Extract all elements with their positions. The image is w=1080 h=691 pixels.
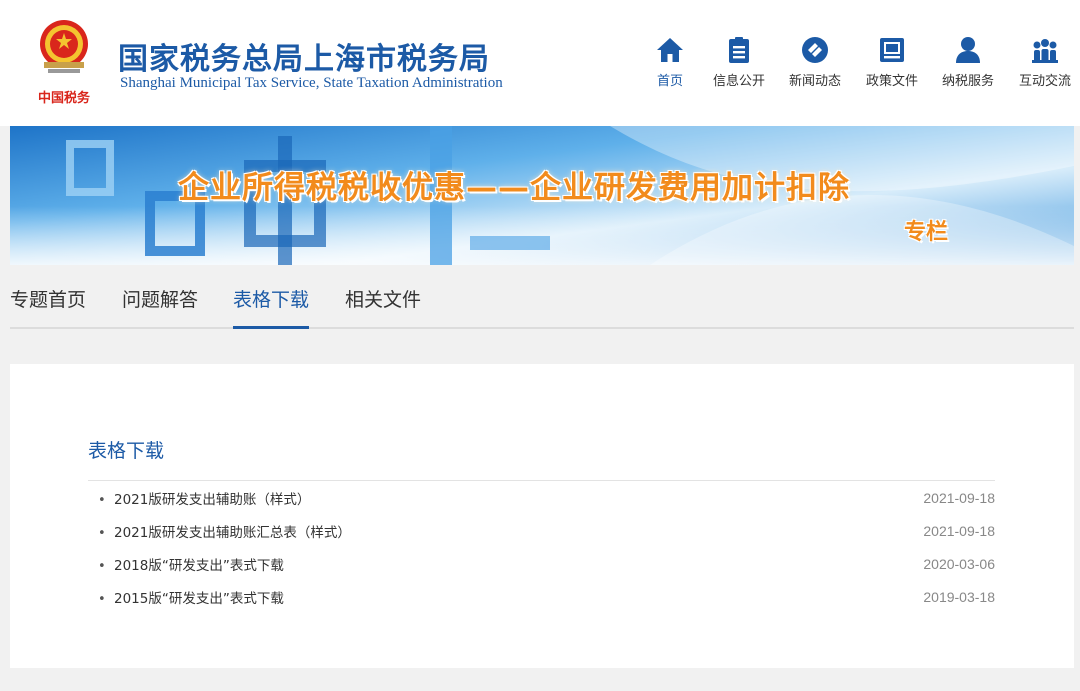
list-item: • 2015版“研发支出”表式下载 2019-03-18 [88,587,995,620]
file-link[interactable]: 2021版研发支出辅助账汇总表（样式） [114,523,351,543]
nav-item-policy-files[interactable]: 政策文件 [856,32,928,92]
file-link[interactable]: 2021版研发支出辅助账（样式） [114,490,310,510]
nav-item-tax-service[interactable]: 纳税服务 [932,32,1004,92]
main-nav: 首页 信息公开 新闻动态 政策文件 纳税服务 互动交流 [640,32,1080,102]
list-item: • 2021版研发支出辅助账（样式） 2021-09-18 [88,488,995,521]
file-link[interactable]: 2015版“研发支出”表式下载 [114,589,284,609]
site-title-chinese: 国家税务总局上海市税务局 [118,42,490,77]
file-link[interactable]: 2018版“研发支出”表式下载 [114,556,284,576]
policy-file-icon [880,38,904,62]
nav-label: 信息公开 [712,74,765,89]
bullet-icon: • [98,559,106,574]
bullet-icon: • [98,592,106,607]
tab-topic-home[interactable]: 专题首页 [10,285,86,327]
content-panel: 表格下载 • 2021版研发支出辅助账（样式） 2021-09-18 • 202… [10,364,1074,668]
topic-banner: 企业所得税税收优惠——企业研发费用加计扣除 专栏 [10,126,1074,265]
home-icon [657,38,683,62]
user-service-icon [956,37,980,63]
file-date: 2021-09-18 [923,523,995,539]
nav-label: 政策文件 [865,74,918,89]
nav-item-home[interactable]: 首页 [634,32,706,92]
tab-form-download[interactable]: 表格下载 [233,285,310,329]
section-title: 表格下载 [88,440,165,462]
news-icon [802,37,828,63]
topic-tabs: 专题首页 问题解答 表格下载 相关文件 [10,265,1074,329]
section-divider [88,480,995,481]
document-list-icon [729,37,749,63]
bullet-icon: • [98,493,106,508]
nav-label: 新闻动态 [788,74,841,89]
nav-item-news[interactable]: 新闻动态 [779,32,851,92]
people-group-icon [1032,39,1058,63]
national-emblem-logo[interactable]: 中国税务 [30,14,98,110]
nav-label: 首页 [656,74,683,89]
file-date: 2020-03-06 [923,556,995,572]
bullet-icon: • [98,526,106,541]
nav-label: 纳税服务 [941,74,994,89]
banner-subtitle: 专栏 [904,220,949,245]
tab-faq[interactable]: 问题解答 [122,285,198,327]
list-item: • 2018版“研发支出”表式下载 2020-03-06 [88,554,995,587]
list-item: • 2021版研发支出辅助账汇总表（样式） 2021-09-18 [88,521,995,554]
file-date: 2019-03-18 [923,589,995,605]
svg-text:中国税务: 中国税务 [38,90,91,106]
tab-related-files[interactable]: 相关文件 [345,285,421,327]
nav-item-interaction[interactable]: 互动交流 [1009,32,1080,92]
site-title-english: Shanghai Municipal Tax Service, State Ta… [120,75,503,91]
file-date: 2021-09-18 [923,490,995,506]
site-header: 中国税务 国家税务总局上海市税务局 Shanghai Municipal Tax… [0,0,1080,126]
nav-label: 互动交流 [1018,74,1071,89]
banner-title: 企业所得税税收优惠——企业研发费用加计扣除 [178,170,850,206]
download-list: • 2021版研发支出辅助账（样式） 2021-09-18 • 2021版研发支… [88,488,995,620]
nav-item-info-disclosure[interactable]: 信息公开 [703,32,775,92]
